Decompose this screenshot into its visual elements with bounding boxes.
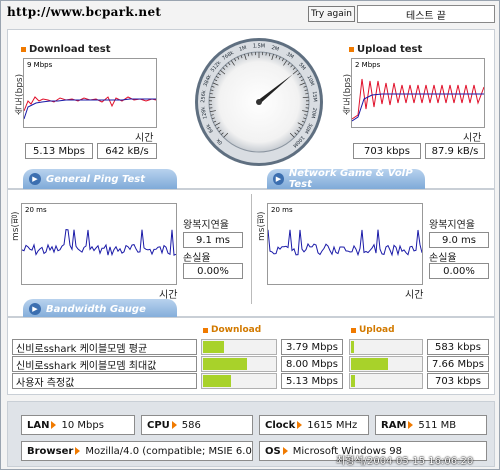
bw-upload-bar	[349, 356, 423, 372]
download-xlabel: 시간	[135, 133, 154, 144]
bw-download-value: 8.00 Mbps	[281, 356, 343, 372]
tab-general-ping[interactable]: ▶ General Ping Test	[23, 169, 177, 189]
download-graph: 9 Mbps	[23, 58, 157, 128]
bw-download-value: 5.13 Mbps	[281, 373, 343, 389]
gauge-tick-label: 1.5M	[253, 44, 265, 50]
bw-upload-value: 7.66 Mbps	[427, 356, 489, 372]
game-rtt-label: 왕복지연율	[429, 220, 475, 231]
upload-kbps: 703 kbps	[353, 143, 421, 159]
game-graph: 20 ms	[267, 203, 423, 285]
bw-download-fill	[203, 358, 247, 370]
arrow-icon: ▶	[29, 173, 41, 185]
try-again-button[interactable]: Try again	[308, 6, 355, 22]
triangle-icon	[75, 447, 81, 455]
upload-series-red	[351, 78, 485, 120]
bw-upload-bar	[349, 373, 423, 389]
bw-upload-bar	[349, 339, 423, 355]
download-title: Download test	[21, 44, 111, 55]
orange-square-icon	[203, 327, 208, 333]
ping-scale: 20 ms	[25, 206, 47, 214]
download-kbs: 642 kB/s	[97, 143, 157, 159]
game-rtt-value: 9.0 ms	[429, 232, 489, 248]
ping-divider	[251, 194, 252, 304]
timestamp-watermark: 최형석/2004-05-15 16:06:20	[336, 456, 474, 467]
bw-download-header: Download	[203, 325, 261, 335]
orange-square-icon	[21, 47, 26, 52]
bw-row-label: 신비로sshark 케이블모뎀 평균	[12, 339, 197, 355]
lan-info: LAN 10 Mbps	[21, 415, 135, 435]
ping-graph: 20 ms	[21, 203, 177, 285]
ping-rtt-label: 왕복지연율	[183, 220, 229, 231]
upload-chart	[351, 78, 485, 122]
upload-graph: 2 Mbps	[351, 58, 485, 128]
bw-upload-value: 583 kbps	[427, 339, 489, 355]
gauge-hub	[256, 99, 262, 105]
bw-download-bar	[201, 339, 277, 355]
game-chart	[267, 229, 423, 257]
triangle-icon	[282, 447, 288, 455]
gauge-tick-label: 15M	[311, 91, 318, 102]
bw-download-fill	[203, 375, 231, 387]
cpu-info: CPU 586	[141, 415, 253, 435]
game-xlabel: 시간	[405, 290, 424, 301]
status-display: 테스트 끝	[357, 5, 495, 23]
bw-upload-header: Upload	[351, 325, 395, 335]
triangle-icon	[51, 421, 57, 429]
download-mbps: 5.13 Mbps	[25, 143, 93, 159]
arrow-icon: ▶	[29, 303, 41, 315]
upload-scale: 2 Mbps	[355, 61, 381, 69]
bw-row-label: 사용자 측정값	[12, 373, 197, 389]
ping-series	[21, 229, 177, 257]
upload-title: Upload test	[349, 44, 422, 55]
game-loss-label: 손실율	[429, 253, 457, 264]
game-loss-value: 0.00%	[429, 263, 489, 279]
game-scale: 20 ms	[271, 206, 293, 214]
bw-download-bar	[201, 373, 277, 389]
clock-info: Clock 1615 MHz	[259, 415, 369, 435]
ram-info: RAM 511 MB	[375, 415, 487, 435]
triangle-icon	[408, 421, 414, 429]
ping-loss-label: 손실율	[183, 253, 211, 264]
ping-chart	[21, 229, 177, 257]
download-scale: 9 Mbps	[27, 61, 53, 69]
speed-test-window: http://www.bcpark.net Try again 테스트 끝 Do…	[0, 0, 500, 470]
download-chart	[23, 96, 157, 120]
game-series	[267, 229, 423, 257]
triangle-icon	[171, 421, 177, 429]
bw-download-bar	[201, 356, 277, 372]
bw-upload-fill	[351, 358, 388, 370]
upload-xlabel: 시간	[463, 133, 482, 144]
bw-upload-fill	[351, 375, 355, 387]
site-url: http://www.bcpark.net	[7, 5, 162, 19]
arrow-icon: ▶	[273, 173, 284, 185]
ping-loss-value: 0.00%	[183, 263, 243, 279]
speed-gauge: 0k64k128k256k384k512k768k1M 1.5M 2M3M5M10M…	[195, 38, 323, 166]
bw-upload-value: 703 kbps	[427, 373, 489, 389]
download-series-blue	[23, 98, 156, 120]
upload-kbs: 87.9 kB/s	[425, 143, 485, 159]
orange-square-icon	[349, 47, 354, 52]
orange-square-icon	[351, 327, 356, 333]
bw-row-label: 신비로sshark 케이블모뎀 최대값	[12, 356, 197, 372]
upload-series-blue	[351, 93, 484, 122]
tab-bandwidth-gauge[interactable]: ▶ Bandwidth Gauge	[23, 299, 177, 319]
browser-info: Browser Mozilla/4.0 (compatible; MSIE 6.0	[21, 441, 253, 461]
gauge-tick-label: 256k	[200, 90, 207, 103]
ping-rtt-value: 9.1 ms	[183, 232, 243, 248]
tab-network-game-voip[interactable]: ▶ Network Game & VoIP Test	[267, 168, 425, 190]
triangle-icon	[297, 421, 303, 429]
bw-download-fill	[203, 341, 224, 353]
bw-download-value: 3.79 Mbps	[281, 339, 343, 355]
bw-upload-fill	[351, 341, 354, 353]
